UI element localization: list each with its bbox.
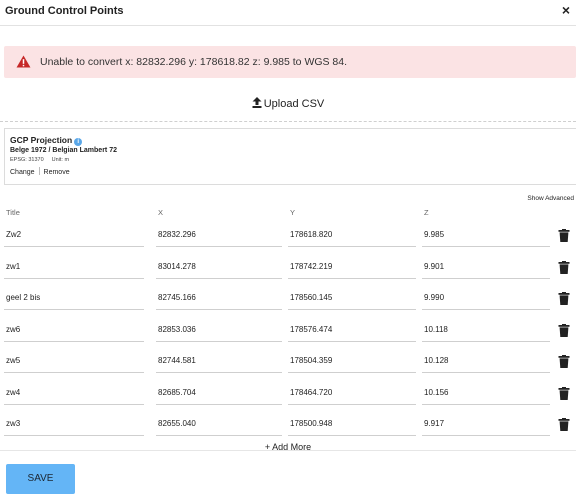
projection-actions: Change Remove [10, 167, 70, 176]
trash-icon[interactable] [558, 418, 570, 431]
projection-heading: GCP Projection i [10, 135, 83, 146]
dialog-header: Ground Control Points × [0, 0, 576, 26]
table-row: zw4 82685.704 178464.720 10.156 [0, 385, 576, 408]
z-input[interactable]: 10.128 [422, 353, 550, 373]
y-input[interactable]: 178500.948 [288, 416, 416, 436]
action-separator [38, 167, 40, 175]
y-input[interactable]: 178618.820 [288, 227, 416, 247]
y-input[interactable]: 178504.359 [288, 353, 416, 373]
error-alert: Unable to convert x: 82832.296 y: 178618… [4, 46, 576, 78]
z-input[interactable]: 9.901 [422, 259, 550, 279]
dialog-title: Ground Control Points [5, 5, 124, 17]
close-icon[interactable]: × [562, 3, 570, 17]
z-input[interactable]: 9.917 [422, 416, 550, 436]
trash-icon[interactable] [558, 292, 570, 305]
y-input[interactable]: 178560.145 [288, 290, 416, 310]
table-row: zw1 83014.278 178742.219 9.901 [0, 259, 576, 282]
trash-icon[interactable] [558, 387, 570, 400]
trash-icon[interactable] [558, 324, 570, 337]
x-input[interactable]: 82685.704 [156, 385, 282, 405]
y-input[interactable]: 178464.720 [288, 385, 416, 405]
title-input[interactable]: Zw2 [4, 227, 144, 247]
x-input[interactable]: 82853.036 [156, 322, 282, 342]
change-projection-link[interactable]: Change [10, 169, 35, 176]
remove-projection-link[interactable]: Remove [44, 169, 70, 176]
x-input[interactable]: 82745.166 [156, 290, 282, 310]
z-input[interactable]: 10.156 [422, 385, 550, 405]
table-row: zw5 82744.581 178504.359 10.128 [0, 353, 576, 376]
column-header-z: Z [424, 208, 429, 217]
warning-icon [16, 55, 31, 68]
y-input[interactable]: 178742.219 [288, 259, 416, 279]
projection-title: GCP Projection [10, 135, 73, 145]
table-row: geel 2 bis 82745.166 178560.145 9.990 [0, 290, 576, 313]
column-header-x: X [158, 208, 164, 217]
projection-name: Belge 1972 / Belgian Lambert 72 [10, 147, 117, 154]
upload-csv-button[interactable]: Upload CSV [0, 97, 576, 110]
title-input[interactable]: zw1 [4, 259, 144, 279]
x-input[interactable]: 82832.296 [156, 227, 282, 247]
table-row: zw3 82655.040 178500.948 9.917 [0, 416, 576, 439]
x-input[interactable]: 82744.581 [156, 353, 282, 373]
save-button[interactable]: SAVE [6, 464, 75, 494]
gcp-projection-card: GCP Projection i Belge 1972 / Belgian Lam… [4, 128, 576, 185]
z-input[interactable]: 9.985 [422, 227, 550, 247]
dialog-footer: SAVE [0, 450, 576, 500]
column-header-y: Y [290, 208, 296, 217]
column-header-title: Title [6, 208, 20, 217]
title-input[interactable]: zw3 [4, 416, 144, 436]
upload-csv-label: Upload CSV [263, 98, 325, 110]
projection-meta: EPSG: 31370 Unit: m [10, 157, 69, 163]
z-input[interactable]: 10.118 [422, 322, 550, 342]
title-input[interactable]: zw4 [4, 385, 144, 405]
x-input[interactable]: 82655.040 [156, 416, 282, 436]
title-input[interactable]: zw5 [4, 353, 144, 373]
z-input[interactable]: 9.990 [422, 290, 550, 310]
title-input[interactable]: zw6 [4, 322, 144, 342]
x-input[interactable]: 83014.278 [156, 259, 282, 279]
trash-icon[interactable] [558, 229, 570, 242]
projection-epsg: EPSG: 31370 [10, 157, 44, 163]
projection-unit: Unit: m [51, 157, 70, 163]
info-icon[interactable]: i [74, 138, 83, 146]
table-row: zw6 82853.036 178576.474 10.118 [0, 322, 576, 345]
title-input[interactable]: geel 2 bis [4, 290, 144, 310]
divider [0, 121, 576, 122]
trash-icon[interactable] [558, 261, 570, 274]
show-advanced-link[interactable]: Show Advanced [527, 195, 574, 202]
y-input[interactable]: 178576.474 [288, 322, 416, 342]
alert-message: Unable to convert x: 82832.296 y: 178618… [40, 56, 348, 68]
upload-icon [252, 97, 262, 108]
trash-icon[interactable] [558, 355, 570, 368]
table-row: Zw2 82832.296 178618.820 9.985 [0, 227, 576, 250]
